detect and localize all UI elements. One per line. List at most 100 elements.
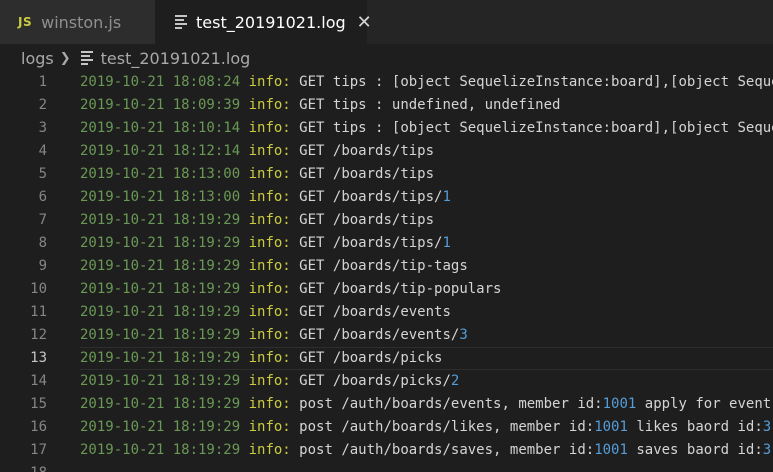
- log-level: info:: [248, 235, 291, 251]
- log-level: info:: [248, 327, 291, 343]
- code-line[interactable]: 13 2019-10-21 18:19:29 info: GET /boards/…: [0, 347, 773, 370]
- log-level: info:: [248, 396, 291, 412]
- breadcrumb-file[interactable]: test_20191021.log: [101, 49, 251, 68]
- code-line[interactable]: 14 2019-10-21 18:19:29 info: GET /boards/…: [0, 370, 773, 393]
- line-content: 2019-10-21 18:08:24 info: GET tips : [ob…: [80, 71, 773, 94]
- code-line[interactable]: 7 2019-10-21 18:19:29 info: GET /boards/t…: [0, 209, 773, 232]
- line-number: 8: [38, 235, 47, 251]
- line-content: 2019-10-21 18:13:00 info: GET /boards/ti…: [80, 163, 434, 186]
- tab-test-log[interactable]: test_20191021.log ✕: [155, 0, 372, 44]
- log-message: post /auth/boards/likes, member id:: [290, 419, 595, 435]
- line-number: 10: [30, 281, 47, 297]
- code-line[interactable]: 1 2019-10-21 18:08:24 info: GET tips : [o…: [0, 71, 773, 94]
- log-message: GET /boards/tips: [290, 212, 435, 228]
- line-content: 2019-10-21 18:10:14 info: GET tips : [ob…: [80, 117, 773, 140]
- line-content: 2019-10-21 18:19:29 info: GET /boards/ti…: [80, 209, 434, 232]
- line-number: 17: [30, 442, 47, 458]
- log-timestamp: 2019-10-21 18:13:00: [80, 189, 241, 205]
- line-number: 12: [30, 327, 47, 343]
- line-number: 3: [38, 120, 47, 136]
- chevron-right-icon: ❯: [59, 50, 71, 66]
- line-number: 13: [30, 350, 47, 366]
- log-message: GET tips : undefined, undefined: [290, 97, 561, 113]
- log-timestamp: 2019-10-21 18:19:29: [80, 396, 241, 412]
- line-content: 2019-10-21 18:09:39 info: GET tips : und…: [80, 94, 560, 117]
- log-number: 1001: [594, 442, 628, 458]
- code-line[interactable]: 15 2019-10-21 18:19:29 info: post /auth/b…: [0, 393, 773, 416]
- tab-label: winston.js: [41, 12, 122, 32]
- code-line[interactable]: 6 2019-10-21 18:13:00 info: GET /boards/t…: [0, 186, 773, 209]
- log-message: GET tips : [object SequelizeInstance:boa…: [299, 74, 773, 90]
- log-message: post /auth/boards/saves, member id:: [290, 442, 595, 458]
- line-number: 15: [30, 396, 47, 412]
- log-timestamp: 2019-10-21 18:19:29: [80, 212, 241, 228]
- log-message: post /auth/boards/events, member id:: [290, 396, 603, 412]
- log-timestamp: 2019-10-21 18:19:29: [80, 350, 241, 366]
- line-content: 2019-10-21 18:19:29 info: post /auth/boa…: [80, 439, 771, 462]
- text-file-icon: [175, 13, 187, 31]
- line-content: 2019-10-21 18:12:14 info: GET /boards/ti…: [80, 140, 434, 163]
- log-number: 1: [442, 235, 451, 251]
- log-timestamp: 2019-10-21 18:10:14: [80, 120, 241, 136]
- log-number: 3: [762, 442, 772, 458]
- tab-winston-js[interactable]: JS winston.js: [0, 0, 155, 44]
- code-line[interactable]: 8 2019-10-21 18:19:29 info: GET /boards/t…: [0, 232, 773, 255]
- log-timestamp: 2019-10-21 18:13:00: [80, 166, 241, 182]
- log-level: info:: [248, 373, 291, 389]
- close-icon[interactable]: ✕: [357, 12, 372, 33]
- code-line[interactable]: 17 2019-10-21 18:19:29 info: post /auth/b…: [0, 439, 773, 462]
- log-level: info:: [248, 189, 291, 205]
- line-number: 14: [30, 373, 47, 389]
- code-line[interactable]: 12 2019-10-21 18:19:29 info: GET /boards/…: [0, 324, 773, 347]
- line-number: 11: [30, 304, 47, 320]
- log-number: 1001: [602, 396, 637, 412]
- log-message: GET /boards/picks/: [290, 373, 451, 389]
- log-level: info:: [248, 166, 291, 182]
- log-message: GET tips : [object SequelizeInstance:boa…: [299, 120, 773, 136]
- log-timestamp: 2019-10-21 18:19:29: [80, 442, 241, 458]
- text-file-icon: [80, 49, 93, 67]
- line-number: 4: [38, 143, 47, 159]
- line-content: 2019-10-21 18:19:29 info: GET /boards/ev…: [80, 301, 451, 324]
- log-message: GET /boards/tip-populars: [290, 281, 502, 297]
- log-timestamp: 2019-10-21 18:12:14: [80, 143, 241, 159]
- log-message: saves baord id:: [627, 442, 763, 458]
- tab-label: test_20191021.log: [196, 12, 346, 32]
- log-message: GET /boards/events: [290, 304, 451, 320]
- log-level: info:: [248, 212, 291, 228]
- line-content: 2019-10-21 18:19:29 info: GET /boards/pi…: [80, 347, 442, 370]
- log-level: info:: [248, 74, 291, 90]
- line-number: 1: [38, 74, 47, 90]
- breadcrumb-folder-logs[interactable]: logs: [21, 49, 54, 68]
- log-message: GET /boards/tips: [290, 166, 435, 182]
- log-timestamp: 2019-10-21 18:19:29: [80, 373, 241, 389]
- log-level: info:: [248, 97, 291, 113]
- log-number: 1: [442, 189, 451, 205]
- log-level: info:: [248, 419, 291, 435]
- line-content: 2019-10-21 18:19:29 info: post /auth/boa…: [80, 416, 771, 439]
- code-line[interactable]: 16 2019-10-21 18:19:29 info: post /auth/b…: [0, 416, 773, 439]
- log-message: likes baord id:: [627, 419, 763, 435]
- log-number: 2: [450, 373, 460, 389]
- code-line[interactable]: 5 2019-10-21 18:13:00 info: GET /boards/t…: [0, 163, 773, 186]
- log-level: info:: [248, 281, 291, 297]
- line-content: 2019-10-21 18:19:29 info: GET /boards/pi…: [80, 370, 459, 393]
- editor-text-area[interactable]: 1 2019-10-21 18:08:24 info: GET tips : [o…: [0, 71, 773, 472]
- code-line[interactable]: 11 2019-10-21 18:19:29 info: GET /boards/…: [0, 301, 773, 324]
- log-timestamp: 2019-10-21 18:19:29: [80, 304, 241, 320]
- code-line[interactable]: 2 2019-10-21 18:09:39 info: GET tips : un…: [0, 94, 773, 117]
- code-line[interactable]: 9 2019-10-21 18:19:29 info: GET /boards/t…: [0, 255, 773, 278]
- log-level: info:: [248, 304, 291, 320]
- log-timestamp: 2019-10-21 18:19:29: [80, 258, 241, 274]
- code-line[interactable]: 18: [0, 462, 773, 472]
- line-highlight: [80, 462, 773, 472]
- log-timestamp: 2019-10-21 18:08:24: [80, 74, 241, 90]
- code-line[interactable]: 4 2019-10-21 18:12:14 info: GET /boards/t…: [0, 140, 773, 163]
- code-line[interactable]: 10 2019-10-21 18:19:29 info: GET /boards/…: [0, 278, 773, 301]
- log-message: GET /boards/events/: [290, 327, 460, 343]
- line-number: 9: [38, 258, 47, 274]
- log-timestamp: 2019-10-21 18:19:29: [80, 235, 241, 251]
- line-content: 2019-10-21 18:19:29 info: GET /boards/ti…: [80, 255, 468, 278]
- code-line[interactable]: 3 2019-10-21 18:10:14 info: GET tips : [o…: [0, 117, 773, 140]
- javascript-file-icon: JS: [18, 15, 33, 29]
